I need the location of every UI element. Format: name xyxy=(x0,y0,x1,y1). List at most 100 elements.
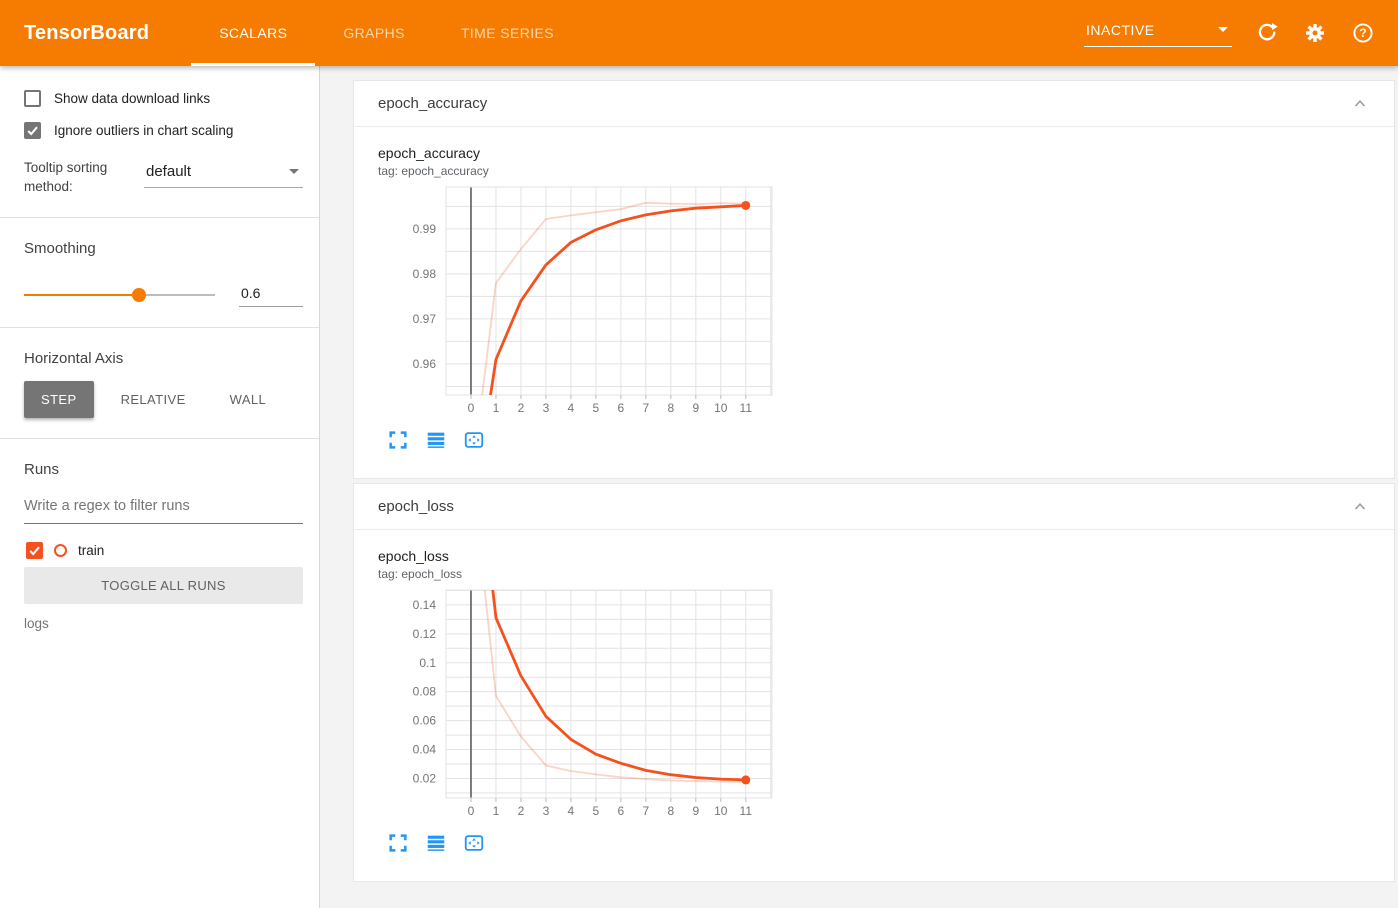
accuracy-line-chart[interactable]: 0 1 2 3 4 5 6 7 8 9 10 11 0.96 0.97 0.98 0.99 xyxy=(380,184,774,420)
sidebar-smoothing-section: Smoothing xyxy=(0,218,319,327)
reload-status-dropdown[interactable]: INACTIVE xyxy=(1084,20,1232,47)
chart-epoch-accuracy: epoch_accuracy tag: epoch_accuracy 0 1 2 3 4… xyxy=(378,145,1370,452)
refresh-button[interactable] xyxy=(1254,20,1280,46)
runs-label: Runs xyxy=(24,460,60,478)
axis-button-wall[interactable]: WALL xyxy=(213,381,284,418)
smoothing-label: Smoothing xyxy=(24,239,96,257)
svg-text:10: 10 xyxy=(714,804,728,818)
chevron-up-icon[interactable] xyxy=(1352,499,1368,515)
toggle-all-runs-button[interactable]: TOGGLE ALL RUNS xyxy=(24,566,303,604)
tab-graphs[interactable]: GRAPHS xyxy=(315,0,433,66)
svg-text:7: 7 xyxy=(643,804,650,818)
svg-text:10: 10 xyxy=(714,401,728,415)
svg-text:?: ? xyxy=(1359,26,1366,40)
axis-button-relative[interactable]: RELATIVE xyxy=(104,381,203,418)
axis-button-step[interactable]: STEP xyxy=(24,380,94,418)
smoothing-value-input[interactable] xyxy=(239,282,303,307)
help-icon: ? xyxy=(1353,23,1373,43)
section-body: epoch_accuracy tag: epoch_accuracy 0 1 2 3 4… xyxy=(354,127,1394,478)
tooltip-sorting-value: default xyxy=(146,163,192,180)
svg-text:0.12: 0.12 xyxy=(413,627,437,641)
svg-text:2: 2 xyxy=(518,401,525,415)
tab-time-series[interactable]: TIME SERIES xyxy=(433,0,582,66)
svg-text:11: 11 xyxy=(740,804,753,818)
smoothing-slider[interactable] xyxy=(24,287,215,302)
svg-text:0.06: 0.06 xyxy=(413,714,437,728)
data-table-button[interactable] xyxy=(424,428,448,452)
svg-text:11: 11 xyxy=(740,401,753,415)
fit-to-data-icon xyxy=(464,432,484,448)
svg-text:0.14: 0.14 xyxy=(413,598,437,612)
smoothing-slider-thumb[interactable] xyxy=(131,287,146,302)
svg-text:0.02: 0.02 xyxy=(413,771,437,785)
fullscreen-icon xyxy=(389,834,407,852)
data-table-button[interactable] xyxy=(424,831,448,855)
svg-text:8: 8 xyxy=(667,401,674,415)
horizontal-axis-buttons: STEP RELATIVE WALL xyxy=(24,380,303,418)
reload-status-value: INACTIVE xyxy=(1086,21,1155,38)
sidebar-general-section: Show data download links Ignore outliers… xyxy=(0,66,319,217)
main-tabs: SCALARS GRAPHS TIME SERIES xyxy=(191,0,582,66)
section-header-epoch-accuracy[interactable]: epoch_accuracy xyxy=(354,81,1394,127)
svg-text:3: 3 xyxy=(543,401,550,415)
svg-text:4: 4 xyxy=(568,401,575,415)
runs-group-footer: logs xyxy=(24,615,49,631)
fullscreen-icon xyxy=(389,431,407,449)
svg-text:0: 0 xyxy=(468,804,475,818)
run-checkbox-train[interactable] xyxy=(26,541,43,559)
run-color-circle[interactable] xyxy=(54,543,67,557)
run-item-train[interactable]: train xyxy=(26,541,303,559)
sidebar-runs-section: Runs train TOGGLE ALL RUNS logs xyxy=(0,439,319,651)
runs-filter-input[interactable] xyxy=(24,491,303,524)
checkbox-ignore-outliers[interactable]: Ignore outliers in chart scaling xyxy=(24,122,303,139)
section-body: epoch_loss tag: epoch_loss 0 1 2 3 4 5 6 7 8 9 10 1… xyxy=(354,530,1394,881)
svg-text:0.99: 0.99 xyxy=(413,222,437,236)
checkbox-unchecked-icon xyxy=(24,90,41,107)
header-actions: INACTIVE ? xyxy=(1084,0,1398,66)
fit-to-data-icon xyxy=(464,835,484,851)
checkbox-label: Ignore outliers in chart scaling xyxy=(54,123,234,138)
data-table-icon xyxy=(427,835,445,851)
chart-title: epoch_accuracy xyxy=(378,145,480,161)
svg-text:3: 3 xyxy=(543,804,550,818)
loss-line-chart[interactable]: 0 1 2 3 4 5 6 7 8 9 10 11 0.02 0.04 0.06 0.08 0.1 0.12 0.1… xyxy=(380,587,774,823)
svg-text:0.98: 0.98 xyxy=(413,267,437,281)
tooltip-sorting-dropdown[interactable]: default xyxy=(144,161,303,188)
chart-actions xyxy=(386,428,1370,452)
svg-text:1: 1 xyxy=(493,401,500,415)
gear-icon xyxy=(1306,24,1324,42)
svg-text:6: 6 xyxy=(618,401,625,415)
tooltip-sorting-label: Tooltip sorting method: xyxy=(24,160,108,194)
svg-text:2: 2 xyxy=(518,804,525,818)
sidebar: Show data download links Ignore outliers… xyxy=(0,66,320,908)
refresh-icon xyxy=(1258,23,1278,41)
section-title: epoch_loss xyxy=(378,498,454,515)
svg-text:5: 5 xyxy=(593,804,600,818)
tab-graphs-label: GRAPHS xyxy=(343,25,405,41)
chart-title: epoch_loss xyxy=(378,548,449,564)
fullscreen-button[interactable] xyxy=(386,831,410,855)
svg-text:9: 9 xyxy=(692,401,699,415)
fit-to-data-button[interactable] xyxy=(462,428,486,452)
fullscreen-button[interactable] xyxy=(386,428,410,452)
fit-to-data-button[interactable] xyxy=(462,831,486,855)
chevron-down-icon xyxy=(289,169,299,174)
svg-text:0.08: 0.08 xyxy=(413,685,437,699)
settings-button[interactable] xyxy=(1302,20,1328,46)
section-epoch-accuracy: epoch_accuracy epoch_accuracy tag: epoch… xyxy=(353,80,1395,479)
help-button[interactable]: ? xyxy=(1350,20,1376,46)
checkbox-show-download-links[interactable]: Show data download links xyxy=(24,90,303,107)
app-header: TensorBoard SCALARS GRAPHS TIME SERIES I… xyxy=(0,0,1398,66)
checkbox-checked-icon xyxy=(24,122,41,139)
svg-text:9: 9 xyxy=(692,804,699,818)
svg-text:0.97: 0.97 xyxy=(413,312,437,326)
section-title: epoch_accuracy xyxy=(378,95,488,112)
chevron-up-icon[interactable] xyxy=(1352,96,1368,112)
section-header-epoch-loss[interactable]: epoch_loss xyxy=(354,484,1394,530)
chevron-down-icon xyxy=(1218,27,1228,32)
tab-scalars[interactable]: SCALARS xyxy=(191,0,316,66)
svg-text:0.96: 0.96 xyxy=(413,357,437,371)
chart-tag: tag: epoch_accuracy xyxy=(378,164,489,178)
svg-text:0.1: 0.1 xyxy=(419,656,436,670)
tab-time-series-label: TIME SERIES xyxy=(460,25,554,41)
